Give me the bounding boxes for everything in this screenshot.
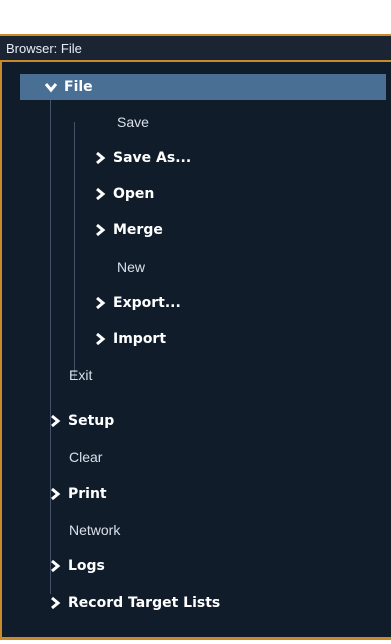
tree-guide-root [50,96,51,594]
chevron-right-icon[interactable] [93,296,107,310]
chevron-down-icon[interactable] [44,80,58,94]
tree-item-merge[interactable]: Merge [93,217,163,243]
chevron-right-icon[interactable] [48,596,62,610]
chevron-right-icon[interactable] [48,414,62,428]
tree-item-file-label: File [64,79,93,95]
browser-title: Browser: File [6,40,82,56]
browser-panel: Browser: File File Save Save As... Open … [0,34,391,640]
tree-item-logs-label: Logs [68,558,105,574]
chevron-right-icon[interactable] [93,223,107,237]
chevron-right-icon[interactable] [93,332,107,346]
panel-frame-left [0,60,2,640]
browser-titlebar: Browser: File [0,34,391,62]
tree-item-open[interactable]: Open [93,181,154,207]
tree-item-file[interactable]: File [20,74,386,100]
tree-item-network[interactable]: Network [69,517,120,543]
tree-item-export-label: Export... [113,295,181,311]
tree-item-save-as-label: Save As... [113,150,192,166]
bottom-margin [0,640,391,644]
tree-item-import[interactable]: Import [93,326,166,352]
tree-item-record-target-lists[interactable]: Record Target Lists [48,590,220,616]
tree-item-record-target-lists-label: Record Target Lists [68,595,221,611]
tree-item-exit[interactable]: Exit [69,362,92,388]
tree-guide-file [74,122,75,380]
tree-item-save-as[interactable]: Save As... [93,145,191,171]
tree-item-new-label: New [117,259,146,275]
tree-item-exit-label: Exit [69,367,93,383]
chevron-right-icon[interactable] [48,559,62,573]
tree-item-clear-label: Clear [69,449,103,465]
tree-item-import-label: Import [113,331,167,347]
tree-item-print-label: Print [68,486,107,502]
tree-item-export[interactable]: Export... [93,290,181,316]
tree-item-setup-label: Setup [68,413,115,429]
tree-item-open-label: Open [113,186,155,202]
tree-item-setup[interactable]: Setup [48,408,114,434]
tree-item-clear[interactable]: Clear [69,444,102,470]
tree-item-logs[interactable]: Logs [48,553,105,579]
tree-item-new[interactable]: New [117,254,145,280]
chevron-right-icon[interactable] [48,487,62,501]
tree-item-merge-label: Merge [113,222,163,238]
tree-item-print[interactable]: Print [48,481,107,507]
chevron-right-icon[interactable] [93,151,107,165]
tree-item-save[interactable]: Save [117,109,149,135]
chevron-right-icon[interactable] [93,187,107,201]
top-margin [0,0,391,34]
tree-item-save-label: Save [117,114,149,130]
tree-item-network-label: Network [69,522,121,538]
